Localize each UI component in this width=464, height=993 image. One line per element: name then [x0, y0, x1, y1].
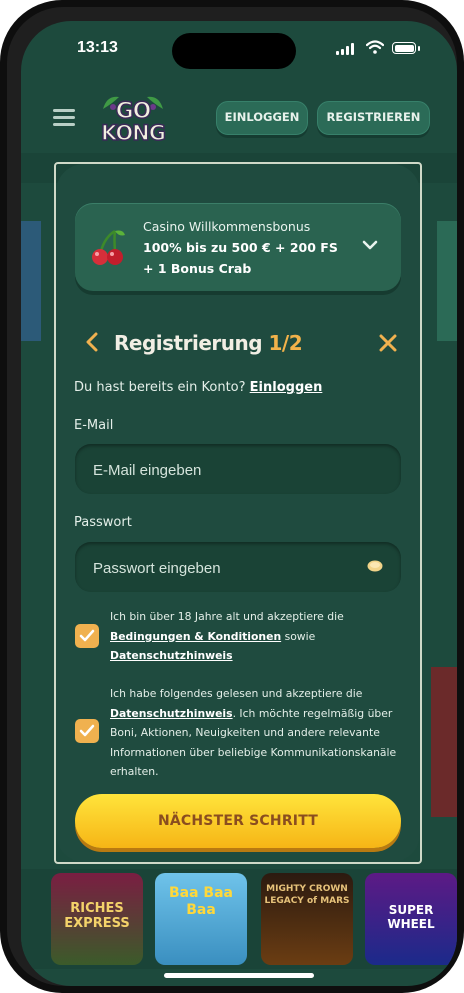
game-title: SUPER WHEEL: [387, 903, 435, 931]
background-tile-right: [437, 221, 457, 341]
marketing-consent-checkbox[interactable]: [75, 719, 99, 743]
cherry-icon: [92, 229, 125, 265]
battery-icon: [392, 42, 416, 54]
password-label: Passwort: [74, 515, 132, 530]
checkmark-icon: [79, 724, 95, 737]
email-input[interactable]: [91, 444, 365, 496]
games-row: RICHES EXPRESS Baa Baa Baa MIGHTY CROWN …: [21, 869, 457, 969]
game-thumb[interactable]: SUPER WHEEL: [365, 873, 457, 965]
registration-title-text: Registrierung: [114, 331, 263, 355]
consent1-text-b: sowie: [284, 629, 316, 643]
hamburger-menu-icon[interactable]: [53, 109, 75, 126]
registration-step: 1/2: [268, 331, 303, 355]
game-thumb[interactable]: RICHES EXPRESS: [51, 873, 143, 965]
gokong-logo[interactable]: GO KONG: [93, 91, 173, 147]
signal-icon: [336, 43, 356, 55]
screen: 13:13 GO KONG EINLOGGEN REGISTRIEREN RIC…: [21, 21, 457, 986]
login-link[interactable]: Einloggen: [250, 380, 323, 395]
bonus-title: Casino Willkommensbonus: [143, 219, 311, 234]
back-chevron-icon[interactable]: [84, 332, 100, 352]
phone-bezel: 13:13 GO KONG EINLOGGEN REGISTRIEREN RIC…: [7, 7, 457, 986]
welcome-bonus-card[interactable]: Casino Willkommensbonus 100% bis zu 500 …: [75, 203, 401, 291]
game-title: MIGHTY CROWN LEGACY of MARS: [264, 884, 350, 906]
marketing-consent-text: Ich habe folgendes gelesen und akzeptier…: [110, 684, 400, 782]
email-field[interactable]: [75, 444, 401, 496]
registration-modal: Casino Willkommensbonus 100% bis zu 500 …: [54, 162, 422, 864]
terms-link[interactable]: Bedingungen & Konditionen: [110, 630, 281, 643]
email-label: E-Mail: [74, 418, 114, 433]
registration-title: Registrierung 1/2: [114, 331, 303, 355]
game-thumb[interactable]: Baa Baa Baa: [155, 873, 247, 965]
have-account-text: Du hast bereits ein Konto? Einloggen: [74, 380, 322, 395]
chevron-down-icon[interactable]: [362, 239, 378, 251]
password-field[interactable]: [75, 542, 401, 594]
bonus-offer-line2: + 1 Bonus Crab: [143, 261, 252, 276]
game-title: Baa Baa Baa: [168, 885, 233, 918]
age-terms-checkbox[interactable]: [75, 624, 99, 648]
phone-frame: 13:13 GO KONG EINLOGGEN REGISTRIEREN RIC…: [0, 0, 464, 993]
privacy-link-2[interactable]: Datenschutzhinweis: [110, 707, 233, 720]
password-input[interactable]: [91, 542, 365, 594]
game-thumb[interactable]: MIGHTY CROWN LEGACY of MARS: [261, 873, 353, 965]
close-icon[interactable]: [378, 333, 398, 353]
eye-icon[interactable]: [367, 559, 383, 573]
have-account-label: Du hast bereits ein Konto?: [74, 380, 246, 395]
consent2-text-a: Ich habe folgendes gelesen und akzeptier…: [110, 687, 363, 700]
game-title: RICHES EXPRESS: [64, 901, 130, 931]
privacy-link[interactable]: Datenschutzhinweis: [110, 649, 233, 662]
wifi-icon: [366, 40, 384, 54]
bonus-offer-line1: 100% bis zu 500 € + 200 FS: [143, 240, 338, 255]
status-time: 13:13: [77, 39, 118, 56]
battery-tip: [418, 46, 420, 51]
login-button[interactable]: EINLOGGEN: [216, 101, 308, 135]
dynamic-island: [172, 33, 296, 69]
age-terms-text: Ich bin über 18 Jahre alt und akzeptiere…: [110, 607, 400, 666]
home-indicator[interactable]: [164, 973, 314, 978]
checkmark-icon: [79, 629, 95, 642]
background-tile-left: [21, 221, 41, 341]
next-step-button[interactable]: NÄCHSTER SCHRITT: [75, 794, 401, 848]
background-tile-right-lower: [431, 667, 457, 817]
status-bar: 13:13: [21, 21, 457, 77]
register-button[interactable]: REGISTRIEREN: [317, 101, 430, 135]
consent1-text-a: Ich bin über 18 Jahre alt und akzeptiere…: [110, 610, 344, 623]
app-header: GO KONG EINLOGGEN REGISTRIEREN: [21, 81, 457, 153]
logo-kong-text: KONG: [100, 120, 167, 146]
